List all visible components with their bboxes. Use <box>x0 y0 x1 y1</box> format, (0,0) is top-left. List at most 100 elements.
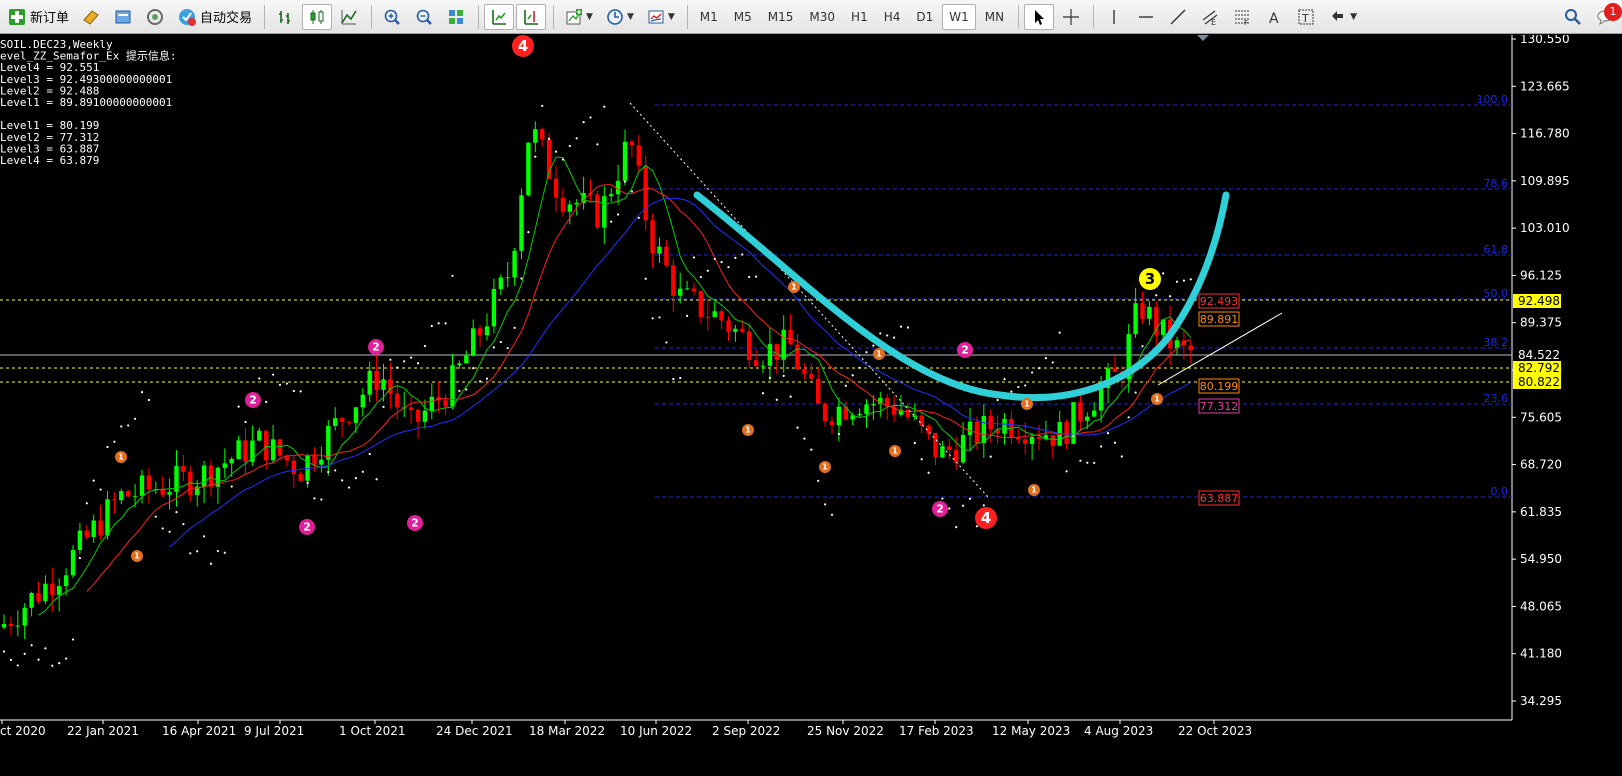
sar-dot <box>306 481 309 485</box>
candle-body <box>8 624 14 627</box>
metaeditor-button[interactable] <box>76 4 106 30</box>
candle-body <box>636 145 641 166</box>
auto-trade-button[interactable]: 自动交易 <box>172 4 257 30</box>
tile-windows-button[interactable] <box>441 4 471 30</box>
candle-body <box>733 328 738 332</box>
candle-body <box>553 178 559 198</box>
fibonacci-icon: F <box>1232 7 1252 27</box>
semafor-marker: 2 <box>932 501 948 517</box>
chart-shift-button[interactable] <box>516 3 547 30</box>
date-axis-label: 9 Jul 2021 <box>244 724 304 738</box>
templates-button[interactable]: ▼ <box>641 4 680 30</box>
chart-area[interactable]: 130.550 123.665 116.780 109.895 103.010 96.12… <box>0 35 1622 776</box>
candle-body <box>857 413 862 416</box>
sar-dot <box>203 535 206 538</box>
sar-dot <box>71 638 75 641</box>
sar-dot <box>761 392 765 395</box>
arrows-tool-button[interactable]: ▼ <box>1323 4 1362 30</box>
vertical-line-tool-button[interactable] <box>1099 4 1129 30</box>
timeframe-d1-button[interactable]: D1 <box>909 4 940 30</box>
candle-body <box>1092 410 1097 417</box>
sar-dot <box>996 398 999 402</box>
fibonacci-tool-button[interactable]: F <box>1227 4 1257 30</box>
candle-body <box>788 329 793 345</box>
sar-dot <box>278 383 282 386</box>
timeframe-h4-button[interactable]: H4 <box>877 4 908 30</box>
timeframe-m30-button[interactable]: M30 <box>802 4 842 30</box>
price-chart[interactable]: 130.550 123.665 116.780 109.895 103.010 96.12… <box>0 35 1622 776</box>
sar-dot <box>706 269 709 272</box>
level-box-text: 89.891 <box>1200 313 1239 326</box>
trendline-tool-button[interactable] <box>1163 4 1193 30</box>
date-axis-label: 22 Jan 2021 <box>67 724 139 738</box>
sar-dot <box>623 180 627 183</box>
timeframe-m1-button[interactable]: M1 <box>693 4 725 30</box>
toolbar-separator <box>686 4 688 29</box>
candle-body <box>774 344 779 360</box>
candle-body <box>712 311 717 317</box>
candle-body <box>360 394 365 408</box>
equidistant-channel-tool-button[interactable]: E <box>1195 4 1225 30</box>
timeframe-h1-button[interactable]: H1 <box>844 4 875 30</box>
semafor-marker: 4 <box>512 35 534 57</box>
sar-dot <box>1086 461 1089 464</box>
sar-dot <box>430 324 433 328</box>
candle-body <box>312 455 317 465</box>
sar-dot <box>2 650 6 653</box>
text-tool-button[interactable]: A <box>1259 4 1289 30</box>
text-label-tool-button[interactable]: T <box>1291 4 1321 30</box>
zoom-out-button[interactable] <box>409 4 439 30</box>
candle-body <box>767 344 773 366</box>
sar-dot <box>182 523 185 526</box>
timeframe-w1-button[interactable]: W1 <box>942 3 976 30</box>
candle-body <box>912 415 917 417</box>
date-axis-label: 1 Oct 2021 <box>339 724 406 738</box>
auto-scroll-button[interactable] <box>484 3 515 30</box>
timeframe-mn-button[interactable]: MN <box>978 4 1011 30</box>
candle-body <box>257 430 262 441</box>
periods-button[interactable]: ▼ <box>600 4 639 30</box>
semafor-marker: 1 <box>1028 484 1040 496</box>
sar-dot <box>920 458 923 461</box>
date-axis-label: 24 Dec 2021 <box>436 724 513 738</box>
line-chart-button[interactable] <box>334 4 364 30</box>
candlestick-chart-button[interactable] <box>302 3 333 30</box>
timeframe-m5-button[interactable]: M5 <box>727 4 759 30</box>
new-order-button[interactable]: 新订单 <box>2 4 74 30</box>
history-center-button[interactable] <box>108 4 138 30</box>
sar-dot <box>396 366 399 369</box>
timeframe-m15-button[interactable]: M15 <box>761 4 801 30</box>
semafor-label: 3 <box>1145 270 1155 288</box>
crosshair-tool-button[interactable] <box>1056 4 1086 30</box>
semafor-marker: 2 <box>957 342 973 358</box>
candle-body <box>691 288 697 292</box>
zoom-in-button[interactable] <box>377 4 407 30</box>
candle-body <box>760 365 766 367</box>
sar-dot <box>548 137 551 140</box>
chat-button[interactable]: 1 <box>1590 2 1622 30</box>
semafor-label: 1 <box>791 282 797 292</box>
level-box: 92.493 <box>1198 293 1240 309</box>
horizontal-line-icon <box>1136 7 1156 27</box>
sar-dot <box>644 277 647 280</box>
bar-chart-button[interactable] <box>270 4 300 30</box>
price-axis-label: 116.780 <box>1520 127 1570 141</box>
sar-dot <box>1155 294 1158 297</box>
candle-body <box>132 495 138 497</box>
candle-body <box>22 607 27 626</box>
chart-shift-marker[interactable] <box>1197 35 1209 41</box>
price-axis-label: 34.295 <box>1520 694 1562 708</box>
sar-dot <box>603 105 606 108</box>
candle-body <box>657 246 662 254</box>
signals-button[interactable] <box>140 4 170 30</box>
search-button[interactable] <box>1558 4 1588 30</box>
fib-level-label: 61.8 <box>1484 243 1509 256</box>
sar-dot <box>844 384 847 387</box>
candle-body <box>77 530 83 551</box>
candle-body <box>871 404 876 406</box>
sar-dot <box>140 391 144 394</box>
cursor-tool-button[interactable] <box>1024 3 1055 30</box>
sar-dot <box>741 253 744 256</box>
indicators-button[interactable]: ▼ <box>559 4 598 30</box>
horizontal-line-tool-button[interactable] <box>1131 4 1161 30</box>
